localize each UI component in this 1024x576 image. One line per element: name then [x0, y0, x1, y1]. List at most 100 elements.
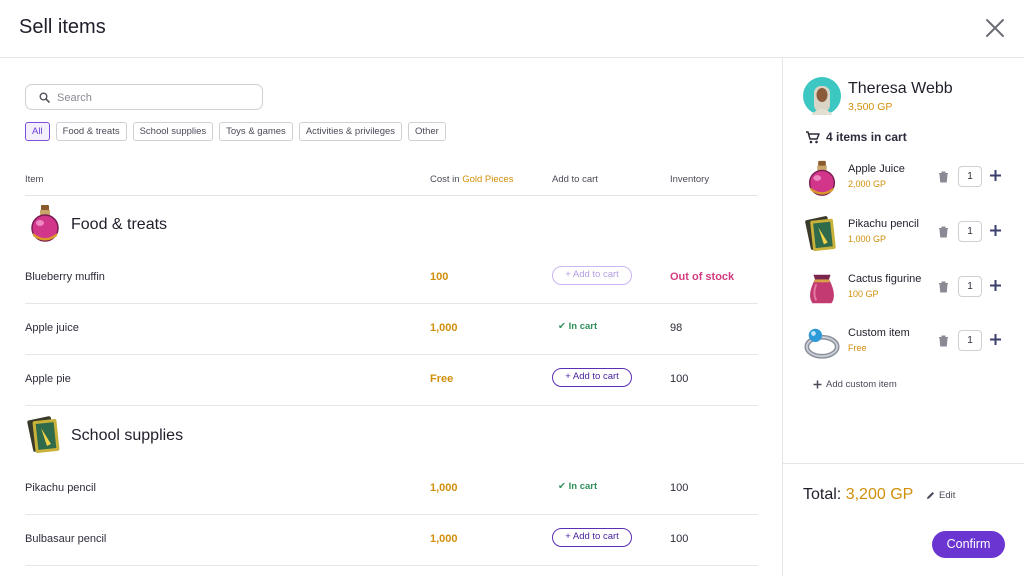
total-label: Total:	[803, 486, 842, 503]
header-cost-prefix: Cost in	[430, 174, 460, 185]
item-cost: 1,000	[430, 533, 458, 545]
in-cart-status: ✔ In cart	[552, 477, 597, 496]
header-cost-highlight: Gold Pieces	[462, 174, 514, 185]
dialog-header: Sell items	[0, 0, 1024, 58]
table-row: Bulbasaur pencil 1,000 + Add to cart 100	[25, 515, 758, 566]
cart-item-name: Pikachu pencil	[848, 218, 919, 230]
item-inventory: 100	[670, 533, 689, 545]
item-inventory: 98	[670, 322, 683, 334]
item-cost: 1,000	[430, 482, 458, 494]
plus-icon[interactable]	[989, 224, 1002, 237]
cart-item: Cactus figurine 100 GP 1	[803, 268, 1008, 312]
add-custom-item-button[interactable]: Add custom item	[813, 379, 897, 390]
group-header-food-treats: Food & treats	[25, 197, 758, 255]
ring-icon	[803, 322, 841, 362]
filter-chip-other[interactable]: Other	[408, 122, 446, 141]
cart-item: Custom item Free 1	[803, 322, 1008, 366]
plus-icon[interactable]	[989, 279, 1002, 292]
add-to-cart-label: Add to cart	[572, 371, 619, 382]
item-name: Blueberry muffin	[25, 271, 105, 283]
quantity-field[interactable]: 1	[958, 276, 982, 297]
filter-chip-school-supplies[interactable]: School supplies	[132, 122, 214, 141]
group-header-school-supplies: School supplies	[25, 408, 758, 466]
table-row: Blueberry muffin 100 + Add to cart Out o…	[25, 253, 758, 304]
search-icon	[39, 92, 50, 103]
check-icon: ✔	[558, 481, 566, 492]
cart-item-price: Free	[848, 343, 867, 353]
in-cart-label: In cart	[568, 481, 598, 492]
header-add-to-cart: Add to cart	[552, 174, 598, 185]
close-icon[interactable]	[984, 17, 1006, 39]
confirm-button[interactable]: Confirm	[932, 531, 1005, 558]
cart-item-price: 100 GP	[848, 289, 879, 299]
item-cost: Free	[430, 373, 454, 385]
items-panel: All Food & treats School supplies Toys &…	[0, 58, 782, 576]
add-to-cart-button[interactable]: + Add to cart	[552, 368, 632, 387]
add-to-cart-button: + Add to cart	[552, 266, 632, 285]
table-row: Apple juice 1,000 ✔ In cart 98	[25, 304, 758, 355]
in-cart-status: ✔ In cart	[552, 317, 597, 336]
add-to-cart-button[interactable]: + Add to cart	[552, 528, 632, 547]
cart-footer: Total: 3,200 GP Edit Confirm	[783, 463, 1024, 576]
search-box[interactable]	[25, 84, 263, 110]
plus-icon[interactable]	[989, 169, 1002, 182]
add-to-cart-label: Add to cart	[572, 269, 619, 280]
dialog-title: Sell items	[19, 16, 106, 38]
item-inventory: 100	[670, 482, 689, 494]
cart-item-name: Apple Juice	[848, 163, 905, 175]
cart-count: 4 items in cart	[805, 130, 907, 144]
pencil-card-icon	[25, 414, 65, 454]
avatar	[803, 77, 841, 115]
total-amount: 3,200 GP	[845, 486, 914, 503]
cart-total: Total: 3,200 GP	[803, 486, 913, 504]
filter-chips: All Food & treats School supplies Toys &…	[25, 122, 446, 141]
cart-item-name: Cactus figurine	[848, 273, 922, 285]
trash-icon[interactable]	[938, 226, 949, 238]
pouch-icon	[803, 268, 841, 308]
cart-count-label: 4 items in cart	[826, 130, 907, 144]
item-inventory: Out of stock	[670, 271, 735, 283]
cart-icon	[806, 130, 820, 143]
filter-chip-toys-games[interactable]: Toys & games	[219, 122, 293, 141]
item-name: Bulbasaur pencil	[25, 533, 107, 545]
potion-icon	[25, 203, 65, 243]
potion-icon	[803, 158, 841, 198]
table-row: Apple pie Free + Add to cart 100	[25, 355, 758, 406]
cart-item-name: Custom item	[848, 327, 910, 339]
plus-icon[interactable]	[989, 333, 1002, 346]
group-name: School supplies	[71, 427, 184, 444]
pencil-card-icon	[803, 213, 841, 253]
item-name: Pikachu pencil	[25, 482, 96, 494]
check-icon: ✔	[558, 321, 566, 332]
header-inventory: Inventory	[670, 174, 710, 185]
item-inventory: 100	[670, 373, 689, 385]
in-cart-label: In cart	[568, 321, 598, 332]
group-name: Food & treats	[71, 216, 168, 233]
search-input[interactable]	[57, 89, 257, 107]
table-row: Pikachu pencil 1,000 ✔ In cart 100	[25, 464, 758, 515]
cart-item: Apple Juice 2,000 GP 1	[803, 158, 1008, 202]
user-name: Theresa Webb	[848, 80, 953, 97]
quantity-field[interactable]: 1	[958, 330, 982, 351]
cart-item: Pikachu pencil 1,000 GP 1	[803, 213, 1008, 257]
edit-button[interactable]: Edit	[926, 490, 955, 501]
trash-icon[interactable]	[938, 281, 949, 293]
quantity-field[interactable]: 1	[958, 166, 982, 187]
filter-chip-food-treats[interactable]: Food & treats	[55, 122, 127, 141]
trash-icon[interactable]	[938, 171, 949, 183]
user-gold: 3,500 GP	[848, 101, 893, 113]
header-cost: Cost in Gold Pieces	[430, 174, 513, 185]
edit-label: Edit	[939, 490, 956, 501]
pencil-icon	[927, 492, 934, 499]
item-cost: 100	[430, 271, 449, 283]
add-custom-item-label: Add custom item	[826, 379, 897, 390]
trash-icon[interactable]	[938, 335, 949, 347]
header-item: Item	[25, 174, 44, 185]
table-header: Item Cost in Gold Pieces Add to cart Inv…	[25, 172, 758, 196]
filter-chip-all[interactable]: All	[25, 122, 50, 141]
filter-chip-activities-privileges[interactable]: Activities & privileges	[298, 122, 403, 141]
item-name: Apple pie	[25, 373, 71, 385]
quantity-field[interactable]: 1	[958, 221, 982, 242]
add-to-cart-label: Add to cart	[572, 531, 619, 542]
plus-icon	[813, 380, 822, 389]
